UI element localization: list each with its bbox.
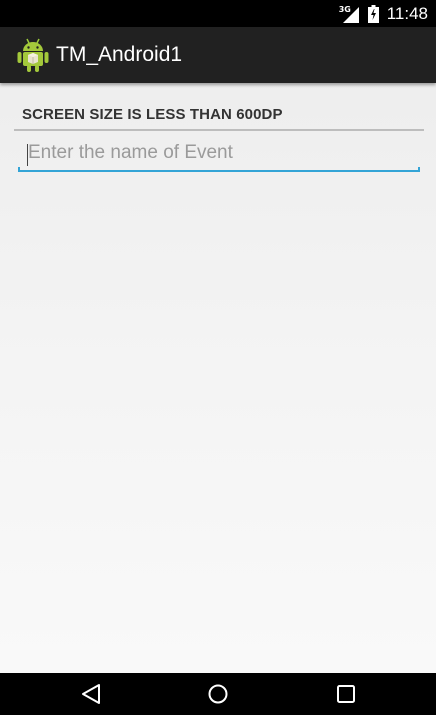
status-clock: 11:48	[386, 4, 428, 23]
network-type-label: 3G	[338, 4, 351, 14]
section-header: SCREEN SIZE IS LESS THAN 600DP	[22, 106, 283, 123]
app-title: TM_Android1	[56, 43, 183, 66]
home-button[interactable]	[188, 673, 248, 715]
section-divider	[14, 129, 424, 131]
input-underline	[18, 167, 420, 172]
android-icon[interactable]	[16, 37, 50, 73]
event-name-input[interactable]: Enter the name of Event	[18, 140, 420, 172]
recents-button[interactable]	[316, 673, 376, 715]
back-button[interactable]	[61, 673, 121, 715]
signal-indicator: 3G	[338, 4, 360, 24]
screen: 3G 11:48 TM_Android1 SCREEN SIZE IS LESS…	[0, 0, 436, 715]
navigation-bar	[0, 673, 436, 715]
recents-icon	[337, 685, 355, 703]
status-bar: 3G 11:48	[0, 0, 436, 27]
event-name-placeholder: Enter the name of Event	[28, 142, 233, 163]
home-icon	[208, 684, 228, 704]
back-icon	[82, 684, 100, 704]
battery-icon	[367, 4, 379, 23]
action-bar: TM_Android1	[0, 27, 436, 83]
status-icons: 3G 11:48	[338, 0, 428, 27]
